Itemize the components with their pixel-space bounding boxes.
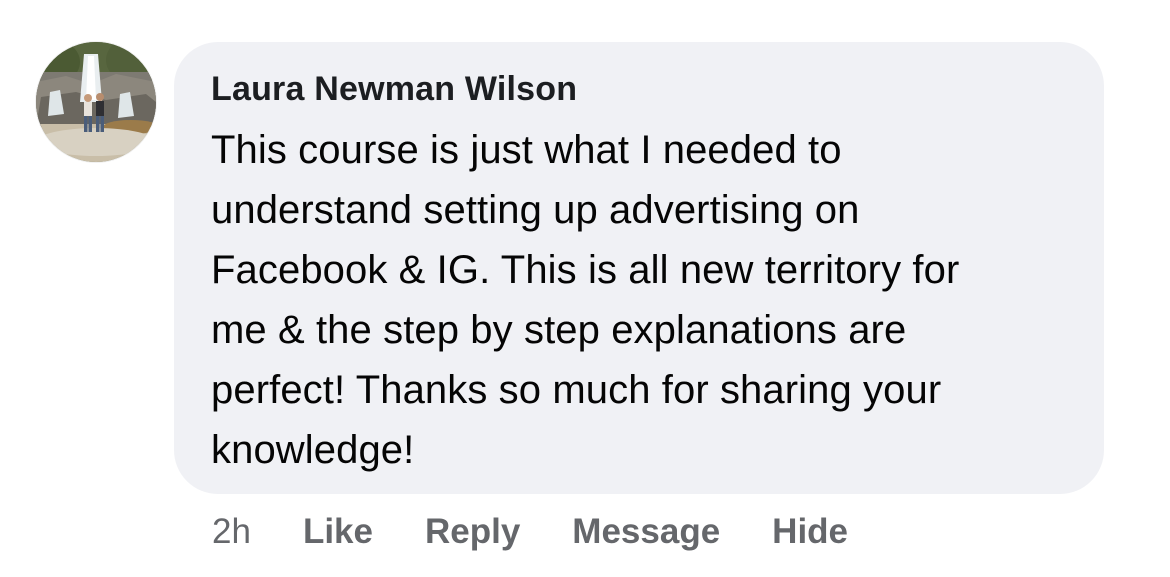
author-name[interactable]: Laura Newman Wilson xyxy=(211,68,1068,110)
timestamp[interactable]: 2h xyxy=(212,512,251,552)
hide-button[interactable]: Hide xyxy=(772,512,848,552)
comment-bubble: Laura Newman Wilson This course is just … xyxy=(174,42,1104,494)
avatar-photo-icon xyxy=(36,42,156,162)
message-button[interactable]: Message xyxy=(572,512,720,552)
like-button[interactable]: Like xyxy=(303,512,373,552)
author-avatar[interactable] xyxy=(36,42,156,162)
comment: Laura Newman Wilson This course is just … xyxy=(0,0,1170,577)
comment-text: This course is just what I needed to und… xyxy=(211,128,960,472)
comment-actions: 2h Like Reply Message Hide xyxy=(212,508,848,556)
reply-button[interactable]: Reply xyxy=(425,512,520,552)
